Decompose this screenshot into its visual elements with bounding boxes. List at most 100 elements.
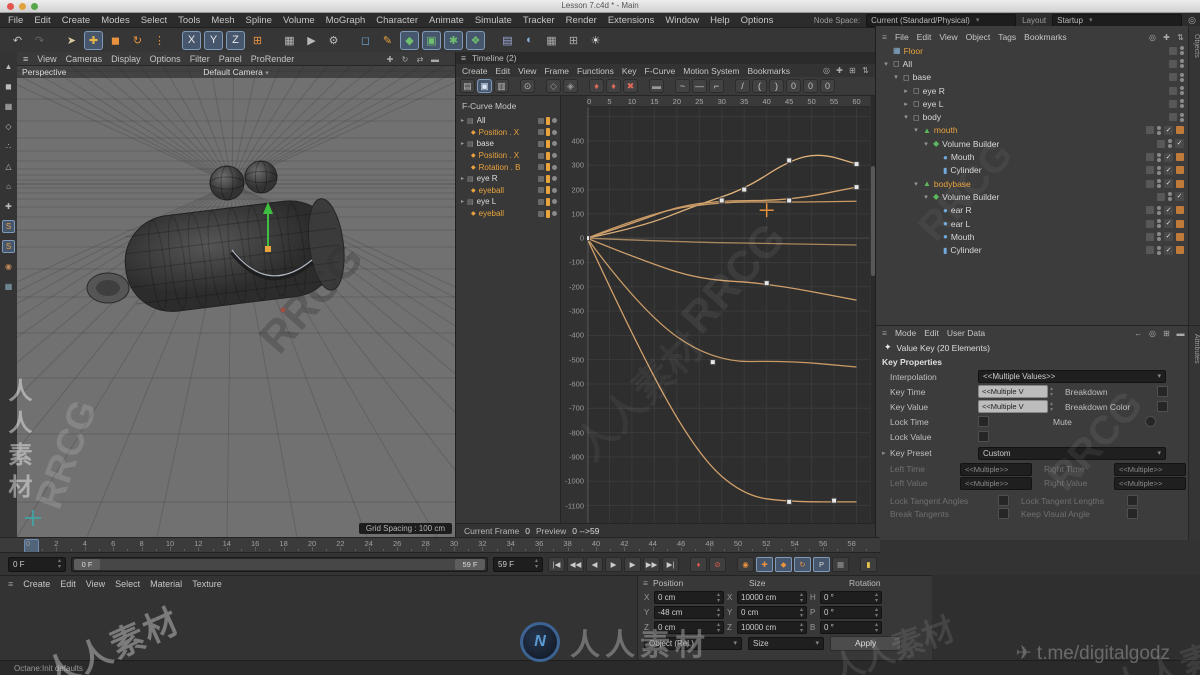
expander-icon[interactable]: ▸ (902, 100, 910, 108)
menu-edit[interactable]: Edit (34, 15, 50, 26)
track-enable-toggle[interactable] (546, 163, 550, 172)
render-visibility-dots[interactable] (1180, 112, 1184, 122)
keyframe-point[interactable] (831, 497, 838, 504)
size-x-field[interactable]: 10000 cm ▴ ▾ (737, 591, 807, 604)
track-visibility-toggle[interactable] (552, 141, 557, 147)
object-row-volume-builder[interactable]: ▾ ◆ Volume Builder ✓ (876, 190, 1188, 203)
panel-menu-icon[interactable]: ≡ (638, 578, 653, 588)
play-button[interactable]: ▶ (605, 556, 622, 572)
timeline-menu-view[interactable]: View (518, 66, 536, 76)
character-eye-left[interactable] (209, 165, 245, 201)
object-row-ear-r[interactable]: ● ear R ✓ (876, 204, 1188, 217)
snap-setting-2[interactable]: S (2, 240, 15, 253)
node-space-dropdown[interactable]: Current (Standard/Physical) ▾ (866, 13, 1017, 27)
menu-help[interactable]: Help (710, 15, 730, 26)
keyframe-point[interactable] (853, 161, 860, 168)
material-tag[interactable] (1176, 232, 1184, 241)
om-menu-tags[interactable]: Tags (998, 32, 1016, 42)
timeline-menu-create[interactable]: Create (462, 66, 488, 76)
attr-menu-mode[interactable]: Mode (895, 328, 916, 338)
prev-key-nav[interactable]: ◇ (546, 79, 561, 93)
track-solo-toggle[interactable] (538, 129, 544, 136)
rotation-b-field[interactable]: 0 ° ▴ ▾ (820, 621, 882, 634)
snap-magnet[interactable]: ◉ (2, 260, 15, 273)
track-solo-toggle[interactable] (538, 164, 544, 171)
om-filter-icon[interactable]: ⇅ (1175, 32, 1186, 43)
prev-frame-button[interactable]: ◀ (586, 556, 603, 572)
tl-frame-icon[interactable]: ⊞ (847, 65, 858, 76)
track-enable-toggle[interactable] (546, 174, 550, 183)
right-time-field[interactable]: <<Multiple>> (1114, 462, 1186, 476)
generator-check-tag[interactable]: ✓ (1164, 205, 1173, 215)
track-solo-toggle[interactable] (538, 152, 544, 159)
keyframe-point[interactable] (786, 498, 793, 505)
track-visibility-toggle[interactable] (552, 176, 557, 182)
key-time-field[interactable]: <<Multiple V (978, 385, 1048, 398)
object-row-mouth[interactable]: ▾ ▲ mouth ✓ (876, 124, 1188, 137)
material-menu-texture[interactable]: Texture (192, 579, 222, 589)
record-key-button[interactable]: ♦ (589, 79, 604, 93)
breakdown-checkbox[interactable] (1157, 386, 1169, 397)
render-visibility-dots[interactable] (1157, 232, 1161, 242)
panel-menu-icon[interactable]: ≡ (461, 53, 466, 63)
timeline-menu-key[interactable]: Key (622, 66, 637, 76)
editor-visibility-toggle[interactable] (1146, 153, 1154, 162)
toggle-parameter-button[interactable]: P (813, 556, 830, 572)
panel-menu-icon[interactable]: ≡ (23, 54, 28, 64)
editor-visibility-toggle[interactable] (1146, 232, 1154, 241)
key-value-field[interactable]: <<Multiple V (978, 400, 1048, 413)
scale-tool[interactable]: ◼ (106, 31, 125, 50)
render-visibility-dots[interactable] (1180, 86, 1184, 96)
lock-tangent-lengths-checkbox[interactable] (1127, 495, 1138, 506)
render-visibility-dots[interactable] (1168, 192, 1172, 202)
menu-create[interactable]: Create (62, 15, 91, 26)
workplane-mode[interactable]: ◇ (2, 120, 15, 133)
render-visibility-dots[interactable] (1157, 125, 1161, 135)
menu-modes[interactable]: Modes (101, 15, 130, 26)
keyframe-selection-button[interactable]: ◉ (737, 556, 754, 572)
render-settings-button[interactable]: ⚙ (324, 31, 343, 50)
expander-icon[interactable]: ▸ (461, 198, 464, 205)
viewport-menu-display[interactable]: Display (111, 54, 141, 64)
viewport-menu-view[interactable]: View (37, 54, 56, 64)
animation-frame-ruler[interactable]: 0 2 4 6 8 10 12 14 16 18 20 22 24 26 28 30 32 34 36 38 40 42 4… (0, 537, 880, 553)
object-row-base[interactable]: ▾ ◻ base (876, 71, 1188, 84)
record-objects-button[interactable]: ♦ (690, 556, 707, 572)
ease-both-button[interactable]: ) (769, 79, 784, 93)
break-tangents-checkbox[interactable] (998, 508, 1009, 519)
viewport-menu-cameras[interactable]: Cameras (66, 54, 103, 64)
track-solo-toggle[interactable] (538, 198, 544, 205)
character-eye-right[interactable] (244, 160, 278, 194)
timeline-menu-functions[interactable]: Functions (577, 66, 614, 76)
size-y-field[interactable]: 0 cm ▴ ▾ (737, 606, 807, 619)
timeline-tab[interactable]: Timeline (2) (472, 53, 517, 63)
keyframe-point[interactable] (763, 280, 770, 287)
track-visibility-toggle[interactable] (552, 118, 557, 124)
track-position-x[interactable]: ◆ Position . X (456, 150, 560, 162)
generator-check-tag[interactable]: ✓ (1164, 219, 1173, 228)
menu-animate[interactable]: Animate (429, 15, 464, 26)
viewport-menu-panel[interactable]: Panel (219, 54, 242, 64)
track-eye-r[interactable]: ▸ ▤ eye R (456, 173, 560, 185)
objects-side-tab[interactable]: Objects (1188, 26, 1200, 325)
editor-visibility-toggle[interactable] (1146, 219, 1154, 228)
current-frame-field[interactable]: 0 F ▴ ▾ (8, 556, 66, 572)
menu-mesh[interactable]: Mesh (211, 15, 234, 26)
panel-menu-icon[interactable]: ≡ (882, 328, 887, 338)
goto-end-button[interactable]: ▶| (662, 556, 679, 572)
om-menu-bookmarks[interactable]: Bookmarks (1024, 32, 1067, 42)
editor-visibility-toggle[interactable] (1146, 246, 1154, 255)
track-eyeball[interactable]: ◆ eyeball (456, 185, 560, 197)
object-row-bodybase[interactable]: ▾ ▲ bodybase ✓ (876, 177, 1188, 190)
expander-icon[interactable]: ▸ (902, 87, 910, 95)
render-visibility-dots[interactable] (1180, 72, 1184, 82)
render-view-button[interactable]: ▦ (280, 31, 299, 50)
character-menu[interactable]: ❖ (466, 30, 485, 50)
next-key-button[interactable]: ▶▶ (643, 556, 660, 572)
camera-label[interactable]: Default Camera ▾ (17, 67, 455, 77)
render-visibility-dots[interactable] (1157, 205, 1161, 215)
camera-menu[interactable]: ⊞ (564, 31, 583, 50)
expander-icon[interactable]: ▾ (922, 140, 930, 148)
key-options-button[interactable]: ✖ (623, 79, 638, 93)
panel-menu-icon[interactable]: ≡ (882, 32, 887, 42)
